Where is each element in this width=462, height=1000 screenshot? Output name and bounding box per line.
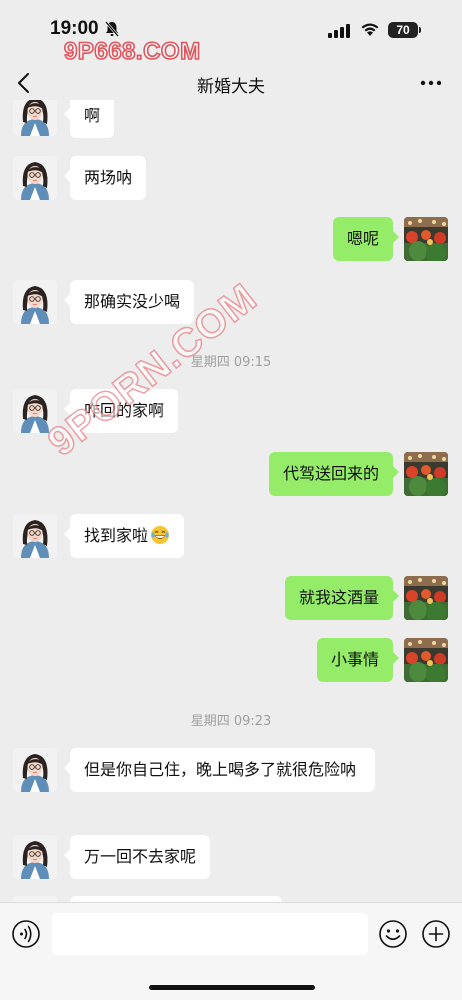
- message-text: 啊: [84, 106, 101, 125]
- plus-circle-icon[interactable]: [421, 919, 451, 949]
- message-text: 嗯呢: [346, 229, 379, 248]
- contact-avatar[interactable]: [13, 280, 57, 324]
- message-bubble-incoming[interactable]: 但是你自己住，晚上喝多了就很危险呐: [64, 748, 375, 792]
- chat-screen: 19:00 9P668.COM 70 新婚大夫 啊 两场呐 嗯呢 那确实没少喝 …: [0, 0, 462, 1000]
- contact-avatar[interactable]: [13, 835, 57, 879]
- more-dots-icon[interactable]: [418, 70, 444, 96]
- timestamp: 星期四 09:23: [190, 714, 272, 729]
- message-text: 小事情: [330, 650, 379, 669]
- battery-indicator: 70: [388, 22, 418, 38]
- message-bubble-outgoing[interactable]: 小事情: [316, 638, 400, 682]
- my-avatar[interactable]: [404, 452, 448, 496]
- bell-muted-icon: [105, 21, 119, 37]
- wifi-icon: [361, 23, 379, 36]
- timestamp: 星期四 09:15: [190, 355, 272, 370]
- message-bubble-incoming[interactable]: 啊: [63, 100, 115, 138]
- message-text: 那确实没少喝: [84, 292, 181, 311]
- message-bubble-incoming[interactable]: 两场呐: [63, 156, 147, 200]
- my-avatar[interactable]: [404, 217, 448, 261]
- message-text: 找到家啦: [84, 526, 149, 545]
- message-list[interactable]: 啊 两场呐 嗯呢 那确实没少喝 星期四 09:15 咋回的家啊 代驾送回来的 找…: [0, 100, 462, 902]
- home-indicator[interactable]: [149, 985, 315, 990]
- message-bubble-incoming[interactable]: 找到家啦: [63, 514, 185, 558]
- my-avatar[interactable]: [404, 576, 448, 620]
- message-bubble-incoming[interactable]: 万一回不去家呢: [63, 835, 211, 879]
- laughing-tears-emoji-icon: [151, 526, 170, 544]
- message-bubble-outgoing[interactable]: 就我这酒量: [284, 576, 400, 620]
- contact-avatar[interactable]: [13, 156, 57, 200]
- voice-icon[interactable]: [11, 919, 41, 949]
- message-text: 代驾送回来的: [282, 464, 379, 483]
- signal-icon: [328, 24, 350, 38]
- status-bar: 19:00 9P668.COM 70: [0, 0, 462, 66]
- message-text: 两场呐: [84, 168, 133, 187]
- chat-title: 新婚大夫: [197, 77, 265, 97]
- message-bubble-incoming[interactable]: 那确实没少喝: [63, 280, 195, 324]
- status-time: 19:00: [50, 18, 99, 39]
- message-bubble-outgoing[interactable]: 嗯呢: [332, 217, 400, 261]
- contact-avatar[interactable]: [13, 748, 57, 792]
- emoji-face-icon[interactable]: [378, 919, 408, 949]
- message-text: 就我这酒量: [298, 588, 379, 607]
- battery-cap: [419, 27, 421, 33]
- my-avatar[interactable]: [404, 638, 448, 682]
- contact-avatar[interactable]: [13, 100, 57, 136]
- message-input[interactable]: [52, 913, 368, 955]
- message-text: 但是你自己住，晚上喝多了就很危险呐: [84, 760, 357, 779]
- message-bubble-outgoing[interactable]: 代驾送回来的: [268, 452, 400, 496]
- message-text: 万一回不去家呢: [84, 847, 197, 866]
- contact-avatar[interactable]: [13, 514, 57, 558]
